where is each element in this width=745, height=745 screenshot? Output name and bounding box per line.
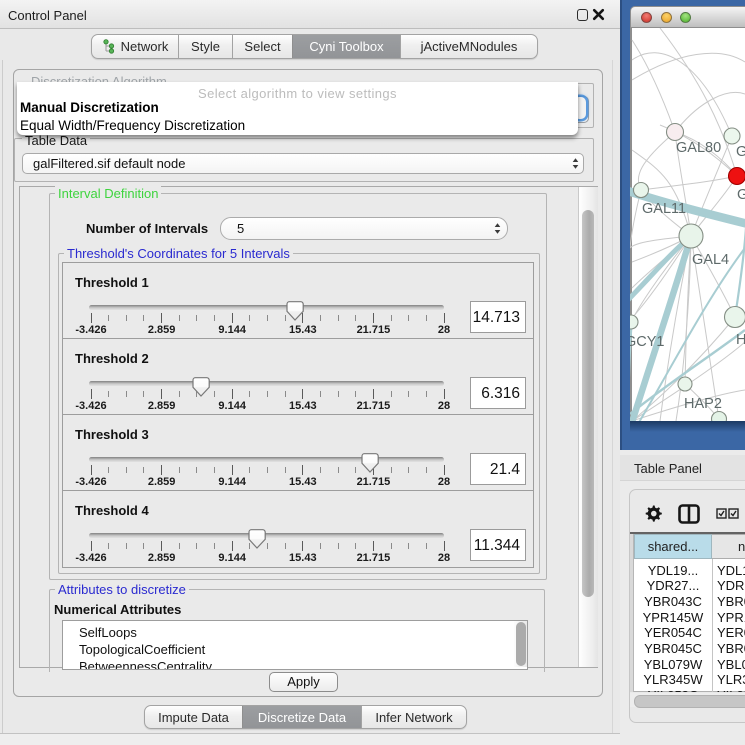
svg-text:HAP2: HAP2 (684, 396, 722, 412)
svg-text:GAL80: GAL80 (676, 140, 721, 156)
svg-text:HAP4: HAP4 (736, 332, 745, 348)
svg-text:GAL4: GAL4 (692, 252, 729, 268)
svg-text:GCN: GCN (737, 187, 745, 203)
svg-text:GCY1: GCY1 (630, 334, 665, 350)
svg-text:GAL2: GAL2 (736, 144, 745, 160)
svg-text:GAL11: GAL11 (642, 201, 686, 217)
